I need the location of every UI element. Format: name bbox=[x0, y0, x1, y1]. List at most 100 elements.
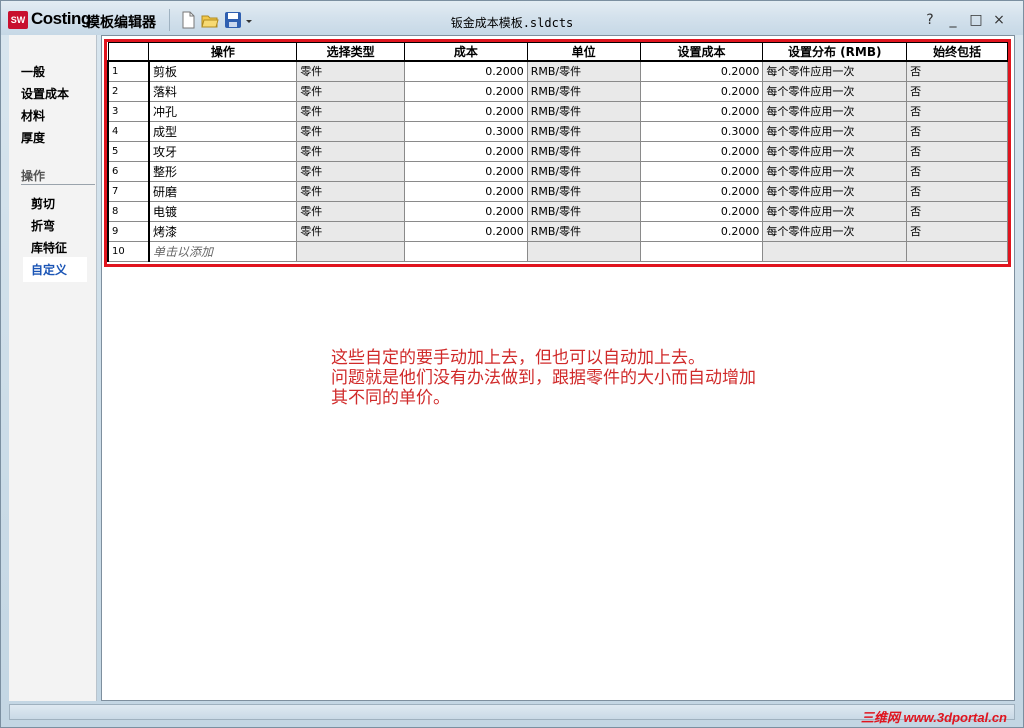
column-header-always-include[interactable]: 始终包括 bbox=[906, 42, 1008, 62]
always-include-cell[interactable]: 否 bbox=[906, 160, 1008, 182]
table-row[interactable]: 5 攻牙 零件 0.2000 RMB/零件 0.2000 每个零件应用一次否 bbox=[107, 140, 1008, 162]
sidebar-item-bend[interactable]: 折弯 bbox=[31, 217, 55, 234]
select-type-cell[interactable]: 零件 bbox=[296, 200, 405, 222]
empty-cell[interactable] bbox=[906, 240, 1008, 262]
table-row[interactable]: 4 成型 零件 0.3000 RMB/零件 0.3000 每个零件应用一次否 bbox=[107, 120, 1008, 142]
unit-cell[interactable]: RMB/零件 bbox=[526, 60, 641, 82]
distribution-cell[interactable]: 每个零件应用一次 bbox=[762, 120, 908, 142]
cost-cell[interactable]: 0.2000 bbox=[403, 60, 528, 82]
maximize-icon[interactable]: □ bbox=[968, 12, 984, 28]
empty-cell[interactable] bbox=[639, 240, 764, 262]
help-icon[interactable]: ? bbox=[922, 12, 938, 28]
select-type-cell[interactable]: 零件 bbox=[296, 220, 405, 242]
select-type-cell[interactable]: 零件 bbox=[296, 140, 405, 162]
distribution-cell[interactable]: 每个零件应用一次 bbox=[762, 80, 908, 102]
unit-cell[interactable]: RMB/零件 bbox=[526, 120, 641, 142]
column-header-select-type[interactable]: 选择类型 bbox=[296, 42, 405, 62]
table-row[interactable]: 2 落料 零件 0.2000 RMB/零件 0.2000 每个零件应用一次否 bbox=[107, 80, 1008, 102]
select-type-cell[interactable]: 零件 bbox=[296, 80, 405, 102]
sidebar-item-cut[interactable]: 剪切 bbox=[31, 195, 55, 212]
column-header-cost[interactable]: 成本 bbox=[403, 42, 528, 62]
unit-cell[interactable]: RMB/零件 bbox=[526, 200, 641, 222]
table-row[interactable]: 9 烤漆 零件 0.2000 RMB/零件 0.2000 每个零件应用一次否 bbox=[107, 220, 1008, 242]
empty-cell[interactable] bbox=[403, 240, 528, 262]
always-include-cell[interactable]: 否 bbox=[906, 60, 1008, 82]
distribution-cell[interactable]: 每个零件应用一次 bbox=[762, 140, 908, 162]
distribution-cell[interactable]: 每个零件应用一次 bbox=[762, 220, 908, 242]
select-type-cell[interactable]: 零件 bbox=[296, 120, 405, 142]
setup-cost-cell[interactable]: 0.2000 bbox=[639, 160, 764, 182]
operation-cell[interactable]: 烤漆 bbox=[147, 220, 298, 242]
unit-cell[interactable]: RMB/零件 bbox=[526, 220, 641, 242]
setup-cost-cell[interactable]: 0.2000 bbox=[639, 80, 764, 102]
empty-cell[interactable] bbox=[296, 240, 405, 262]
always-include-cell[interactable]: 否 bbox=[906, 220, 1008, 242]
column-header-setup-cost[interactable]: 设置成本 bbox=[639, 42, 764, 62]
unit-cell[interactable]: RMB/零件 bbox=[526, 180, 641, 202]
cost-cell[interactable]: 0.3000 bbox=[403, 120, 528, 142]
distribution-cell[interactable]: 每个零件应用一次 bbox=[762, 160, 908, 182]
operation-cell[interactable]: 整形 bbox=[147, 160, 298, 182]
setup-cost-cell[interactable]: 0.2000 bbox=[639, 140, 764, 162]
sidebar-item-setup-cost[interactable]: 设置成本 bbox=[21, 85, 69, 102]
unit-cell[interactable]: RMB/零件 bbox=[526, 80, 641, 102]
table-row[interactable]: 3 冲孔 零件 0.2000 RMB/零件 0.2000 每个零件应用一次否 bbox=[107, 100, 1008, 122]
always-include-cell[interactable]: 否 bbox=[906, 140, 1008, 162]
setup-cost-cell[interactable]: 0.2000 bbox=[639, 60, 764, 82]
cost-cell[interactable]: 0.2000 bbox=[403, 80, 528, 102]
close-icon[interactable]: × bbox=[991, 12, 1007, 28]
empty-cell[interactable] bbox=[762, 240, 908, 262]
operation-cell[interactable]: 研磨 bbox=[147, 180, 298, 202]
operation-cell[interactable]: 电镀 bbox=[147, 200, 298, 222]
add-row-placeholder[interactable]: 单击以添加 bbox=[147, 240, 298, 262]
table-row[interactable]: 7 研磨 零件 0.2000 RMB/零件 0.2000 每个零件应用一次否 bbox=[107, 180, 1008, 202]
select-type-cell[interactable]: 零件 bbox=[296, 180, 405, 202]
distribution-cell[interactable]: 每个零件应用一次 bbox=[762, 180, 908, 202]
always-include-cell[interactable]: 否 bbox=[906, 80, 1008, 102]
column-header-unit[interactable]: 单位 bbox=[526, 42, 641, 62]
distribution-cell[interactable]: 每个零件应用一次 bbox=[762, 200, 908, 222]
sidebar-item-library-feature[interactable]: 库特征 bbox=[31, 239, 67, 256]
operation-cell[interactable]: 成型 bbox=[147, 120, 298, 142]
cost-cell[interactable]: 0.2000 bbox=[403, 160, 528, 182]
table-row[interactable]: 1 剪板 零件 0.2000 RMB/零件 0.2000 每个零件应用一次否 bbox=[107, 60, 1008, 82]
new-row[interactable]: 10 单击以添加 bbox=[107, 240, 1008, 262]
setup-cost-cell[interactable]: 0.2000 bbox=[639, 200, 764, 222]
always-include-cell[interactable]: 否 bbox=[906, 200, 1008, 222]
sidebar-item-material[interactable]: 材料 bbox=[21, 107, 45, 124]
distribution-cell[interactable]: 每个零件应用一次 bbox=[762, 60, 908, 82]
cost-cell[interactable]: 0.2000 bbox=[403, 220, 528, 242]
cost-cell[interactable]: 0.2000 bbox=[403, 200, 528, 222]
column-header-setup-distribution[interactable]: 设置分布 (RMB) bbox=[762, 42, 908, 62]
select-type-cell[interactable]: 零件 bbox=[296, 60, 405, 82]
select-type-cell[interactable]: 零件 bbox=[296, 160, 405, 182]
operation-cell[interactable]: 剪板 bbox=[147, 60, 298, 82]
cost-cell[interactable]: 0.2000 bbox=[403, 180, 528, 202]
setup-cost-cell[interactable]: 0.2000 bbox=[639, 220, 764, 242]
row-index-cell[interactable]: 10 bbox=[107, 240, 150, 262]
setup-cost-cell[interactable]: 0.2000 bbox=[639, 180, 764, 202]
always-include-cell[interactable]: 否 bbox=[906, 120, 1008, 142]
sidebar-item-custom[interactable]: 自定义 bbox=[23, 257, 87, 282]
operation-cell[interactable]: 攻牙 bbox=[147, 140, 298, 162]
unit-cell[interactable]: RMB/零件 bbox=[526, 140, 641, 162]
sidebar-item-general[interactable]: 一般 bbox=[21, 63, 45, 80]
cost-cell[interactable]: 0.2000 bbox=[403, 140, 528, 162]
column-header-operation[interactable]: 操作 bbox=[148, 42, 298, 62]
table-row[interactable]: 8 电镀 零件 0.2000 RMB/零件 0.2000 每个零件应用一次否 bbox=[107, 200, 1008, 222]
always-include-cell[interactable]: 否 bbox=[906, 180, 1008, 202]
always-include-cell[interactable]: 否 bbox=[906, 100, 1008, 122]
minimize-icon[interactable]: _ bbox=[945, 12, 961, 28]
empty-cell[interactable] bbox=[526, 240, 641, 262]
setup-cost-cell[interactable]: 0.2000 bbox=[639, 100, 764, 122]
operation-cell[interactable]: 落料 bbox=[147, 80, 298, 102]
table-row[interactable]: 6 整形 零件 0.2000 RMB/零件 0.2000 每个零件应用一次否 bbox=[107, 160, 1008, 182]
distribution-cell[interactable]: 每个零件应用一次 bbox=[762, 100, 908, 122]
unit-cell[interactable]: RMB/零件 bbox=[526, 100, 641, 122]
operation-cell[interactable]: 冲孔 bbox=[147, 100, 298, 122]
cost-cell[interactable]: 0.2000 bbox=[403, 100, 528, 122]
setup-cost-cell[interactable]: 0.3000 bbox=[639, 120, 764, 142]
select-type-cell[interactable]: 零件 bbox=[296, 100, 405, 122]
unit-cell[interactable]: RMB/零件 bbox=[526, 160, 641, 182]
sidebar-item-thickness[interactable]: 厚度 bbox=[21, 129, 45, 146]
